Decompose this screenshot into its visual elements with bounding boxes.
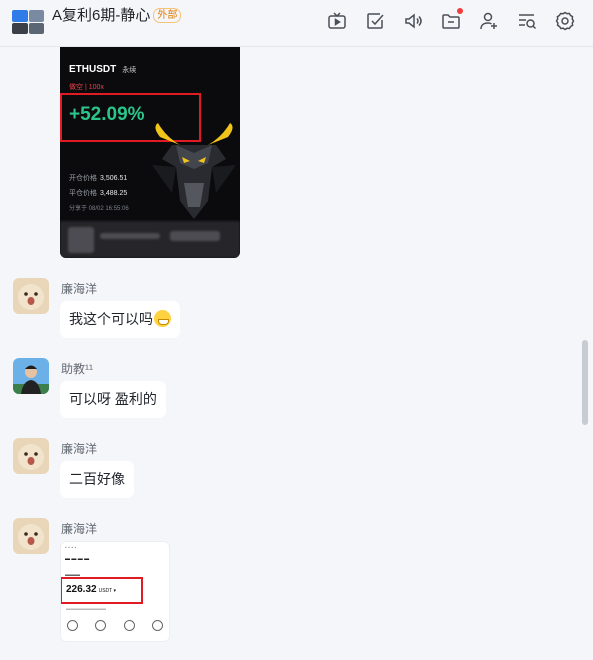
close-price-row: 平仓价格 3,488.25	[69, 188, 127, 198]
header-toolbar	[327, 8, 575, 31]
close-price-value: 3,488.25	[100, 190, 128, 197]
grinning-sweat-emoji	[154, 310, 171, 327]
announcement-icon[interactable]	[403, 11, 423, 31]
balance-highlight-box	[61, 577, 143, 604]
message-bubble[interactable]: 我这个可以吗	[60, 301, 180, 338]
folder-icon[interactable]	[441, 8, 463, 31]
sender-name: 廉海洋	[61, 282, 98, 296]
avatar[interactable]	[13, 278, 49, 314]
unread-dot	[457, 8, 463, 14]
search-history-icon[interactable]	[517, 11, 537, 31]
perp-label: 永续	[122, 67, 137, 74]
message-text: 我这个可以吗	[69, 311, 153, 327]
open-price-row: 开仓价格 3,506.51	[69, 173, 127, 183]
message-bubble[interactable]: 二百好像	[60, 461, 134, 498]
live-icon[interactable]	[327, 11, 347, 31]
message-text: 可以呀 盈利的	[69, 391, 157, 407]
transfer-icon	[123, 620, 135, 631]
task-icon[interactable]	[365, 11, 385, 31]
add-member-icon[interactable]	[479, 11, 499, 31]
message-text: 二百好像	[69, 471, 125, 487]
shared-time: 分享于 08/02 16:55:06	[69, 206, 129, 212]
avatar[interactable]	[13, 518, 49, 554]
bull-illustration	[152, 123, 236, 219]
group-announcement-preview	[52, 24, 312, 36]
status-bar: ▪ ▪ ▪ ▪	[65, 545, 77, 551]
group-avatar[interactable]	[12, 10, 44, 34]
avatar[interactable]	[13, 438, 49, 474]
direction-label: 做空 | 100x	[69, 84, 104, 91]
screenshot-subline: ▬▬▬▬▬▬▬▬	[66, 606, 106, 612]
more-icon	[151, 620, 163, 631]
blurred-footer	[60, 221, 240, 258]
sender-name: 助教¹¹	[61, 362, 93, 376]
symbol-text: ETHUSDT	[69, 64, 117, 75]
bottom-edge	[0, 655, 593, 660]
screenshot-tabs: ▬ ▬ ▬ ▬	[65, 556, 90, 562]
sender-name: 廉海洋	[61, 442, 98, 456]
close-price-label: 平仓价格	[69, 190, 97, 197]
settings-icon[interactable]	[555, 11, 575, 31]
sender-name: 廉海洋	[61, 522, 98, 536]
asset-screenshot-image[interactable]: ▪ ▪ ▪ ▪ ▬ ▬ ▬ ▬ ▬▬▬ 226.32 USDT ▾ ▬▬▬▬▬▬▬…	[60, 541, 170, 642]
chat-scrollbar[interactable]	[582, 340, 588, 425]
screenshot-shortcuts	[67, 620, 163, 631]
open-price-label: 开仓价格	[69, 175, 97, 182]
group-title[interactable]: A复利6期-静心 外部	[52, 4, 182, 25]
trade-share-image[interactable]: ETHUSDT 永续 做空 | 100x +52.09% 开仓价格 3,506.51…	[60, 47, 240, 258]
message-bubble[interactable]: 可以呀 盈利的	[60, 381, 166, 418]
open-price-value: 3,506.51	[100, 175, 128, 182]
symbol-label: ETHUSDT 永续	[69, 64, 136, 75]
avatar[interactable]	[13, 358, 49, 394]
withdraw-icon	[95, 620, 107, 631]
external-tag: 外部	[153, 8, 182, 23]
chat-header: A复利6期-静心 外部	[0, 0, 593, 47]
deposit-icon	[67, 620, 78, 631]
chat-messages: ETHUSDT 永续 做空 | 100x +52.09% 开仓价格 3,506.51…	[0, 47, 593, 660]
group-title-text: A复利6期-静心	[52, 7, 151, 24]
